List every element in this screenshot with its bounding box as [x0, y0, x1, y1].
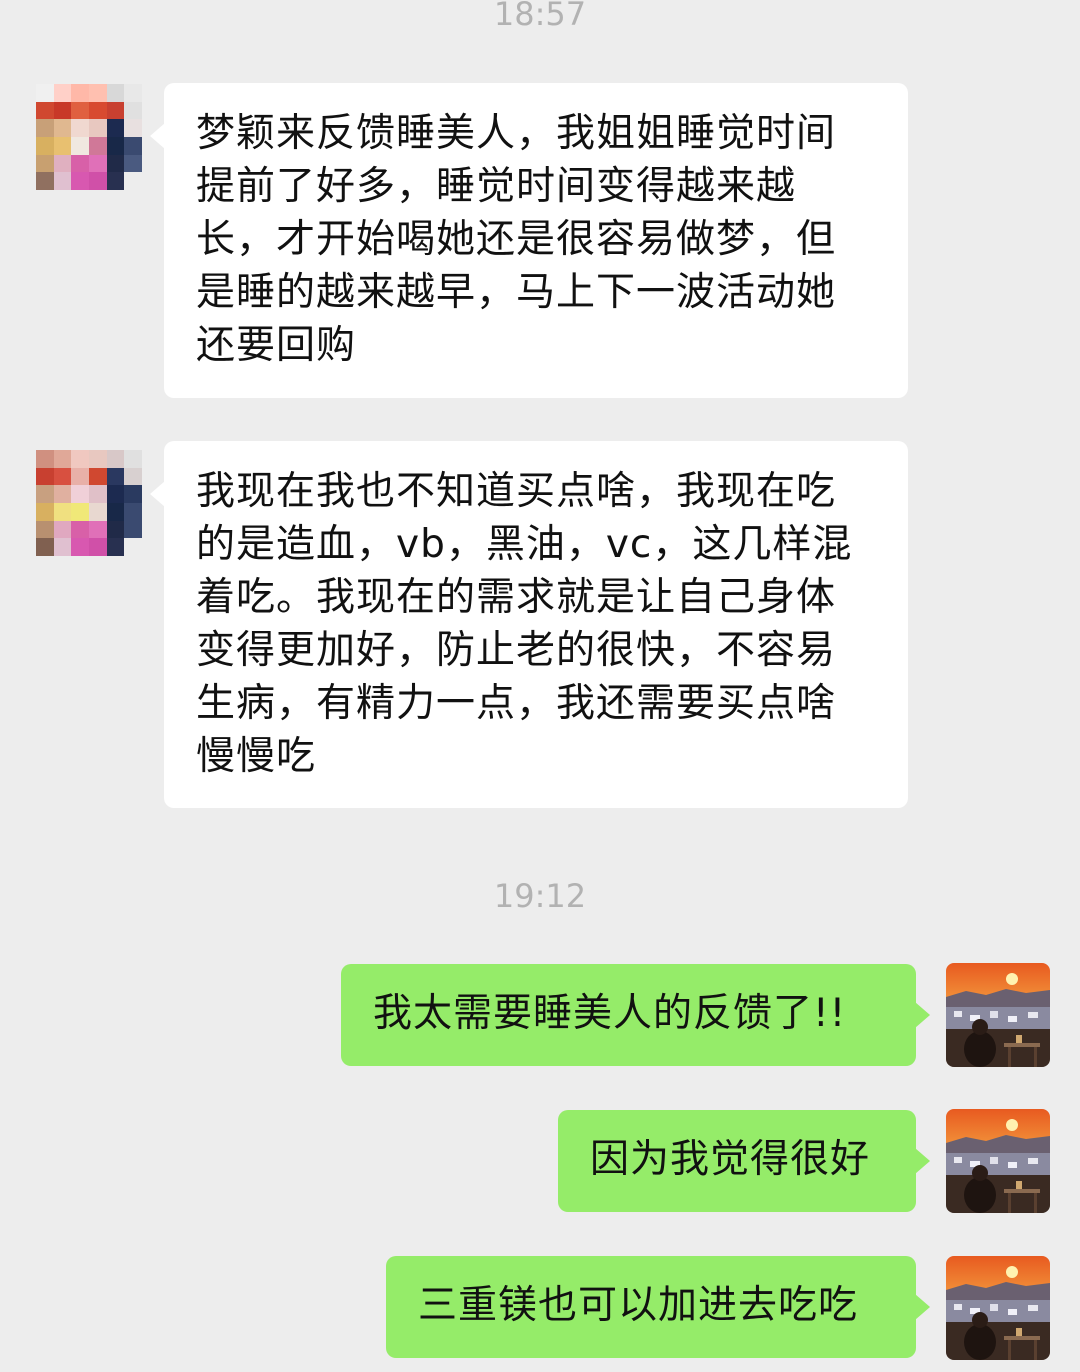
contact-avatar[interactable] — [36, 450, 142, 556]
sunset-landscape-avatar-icon — [946, 963, 1050, 1067]
incoming-message-bubble[interactable]: 我现在我也不知道买点啥，我现在吃 的是造血，vb，黑油，vc，这几样混 着吃。我… — [150, 441, 908, 808]
outgoing-message-bubble[interactable]: 因为我觉得很好 — [558, 1110, 930, 1212]
pixelated-avatar-icon — [36, 450, 142, 556]
my-avatar[interactable] — [946, 963, 1050, 1067]
sunset-landscape-avatar-icon — [946, 1109, 1050, 1213]
incoming-message-bubble[interactable]: 梦颖来反馈睡美人，我姐姐睡觉时间 提前了好多，睡觉时间变得越来越 长，才开始喝她… — [150, 83, 908, 398]
sunset-landscape-avatar-icon — [946, 1256, 1050, 1360]
pixelated-avatar-icon — [36, 84, 142, 190]
outgoing-message-bubble[interactable]: 我太需要睡美人的反馈了!! — [341, 964, 930, 1066]
timestamp: 18:57 — [493, 0, 587, 33]
timestamp: 19:12 — [493, 877, 587, 915]
my-avatar[interactable] — [946, 1256, 1050, 1360]
outgoing-message-bubble[interactable]: 三重镁也可以加进去吃吃 — [386, 1256, 930, 1358]
my-avatar[interactable] — [946, 1109, 1050, 1213]
contact-avatar[interactable] — [36, 84, 142, 190]
